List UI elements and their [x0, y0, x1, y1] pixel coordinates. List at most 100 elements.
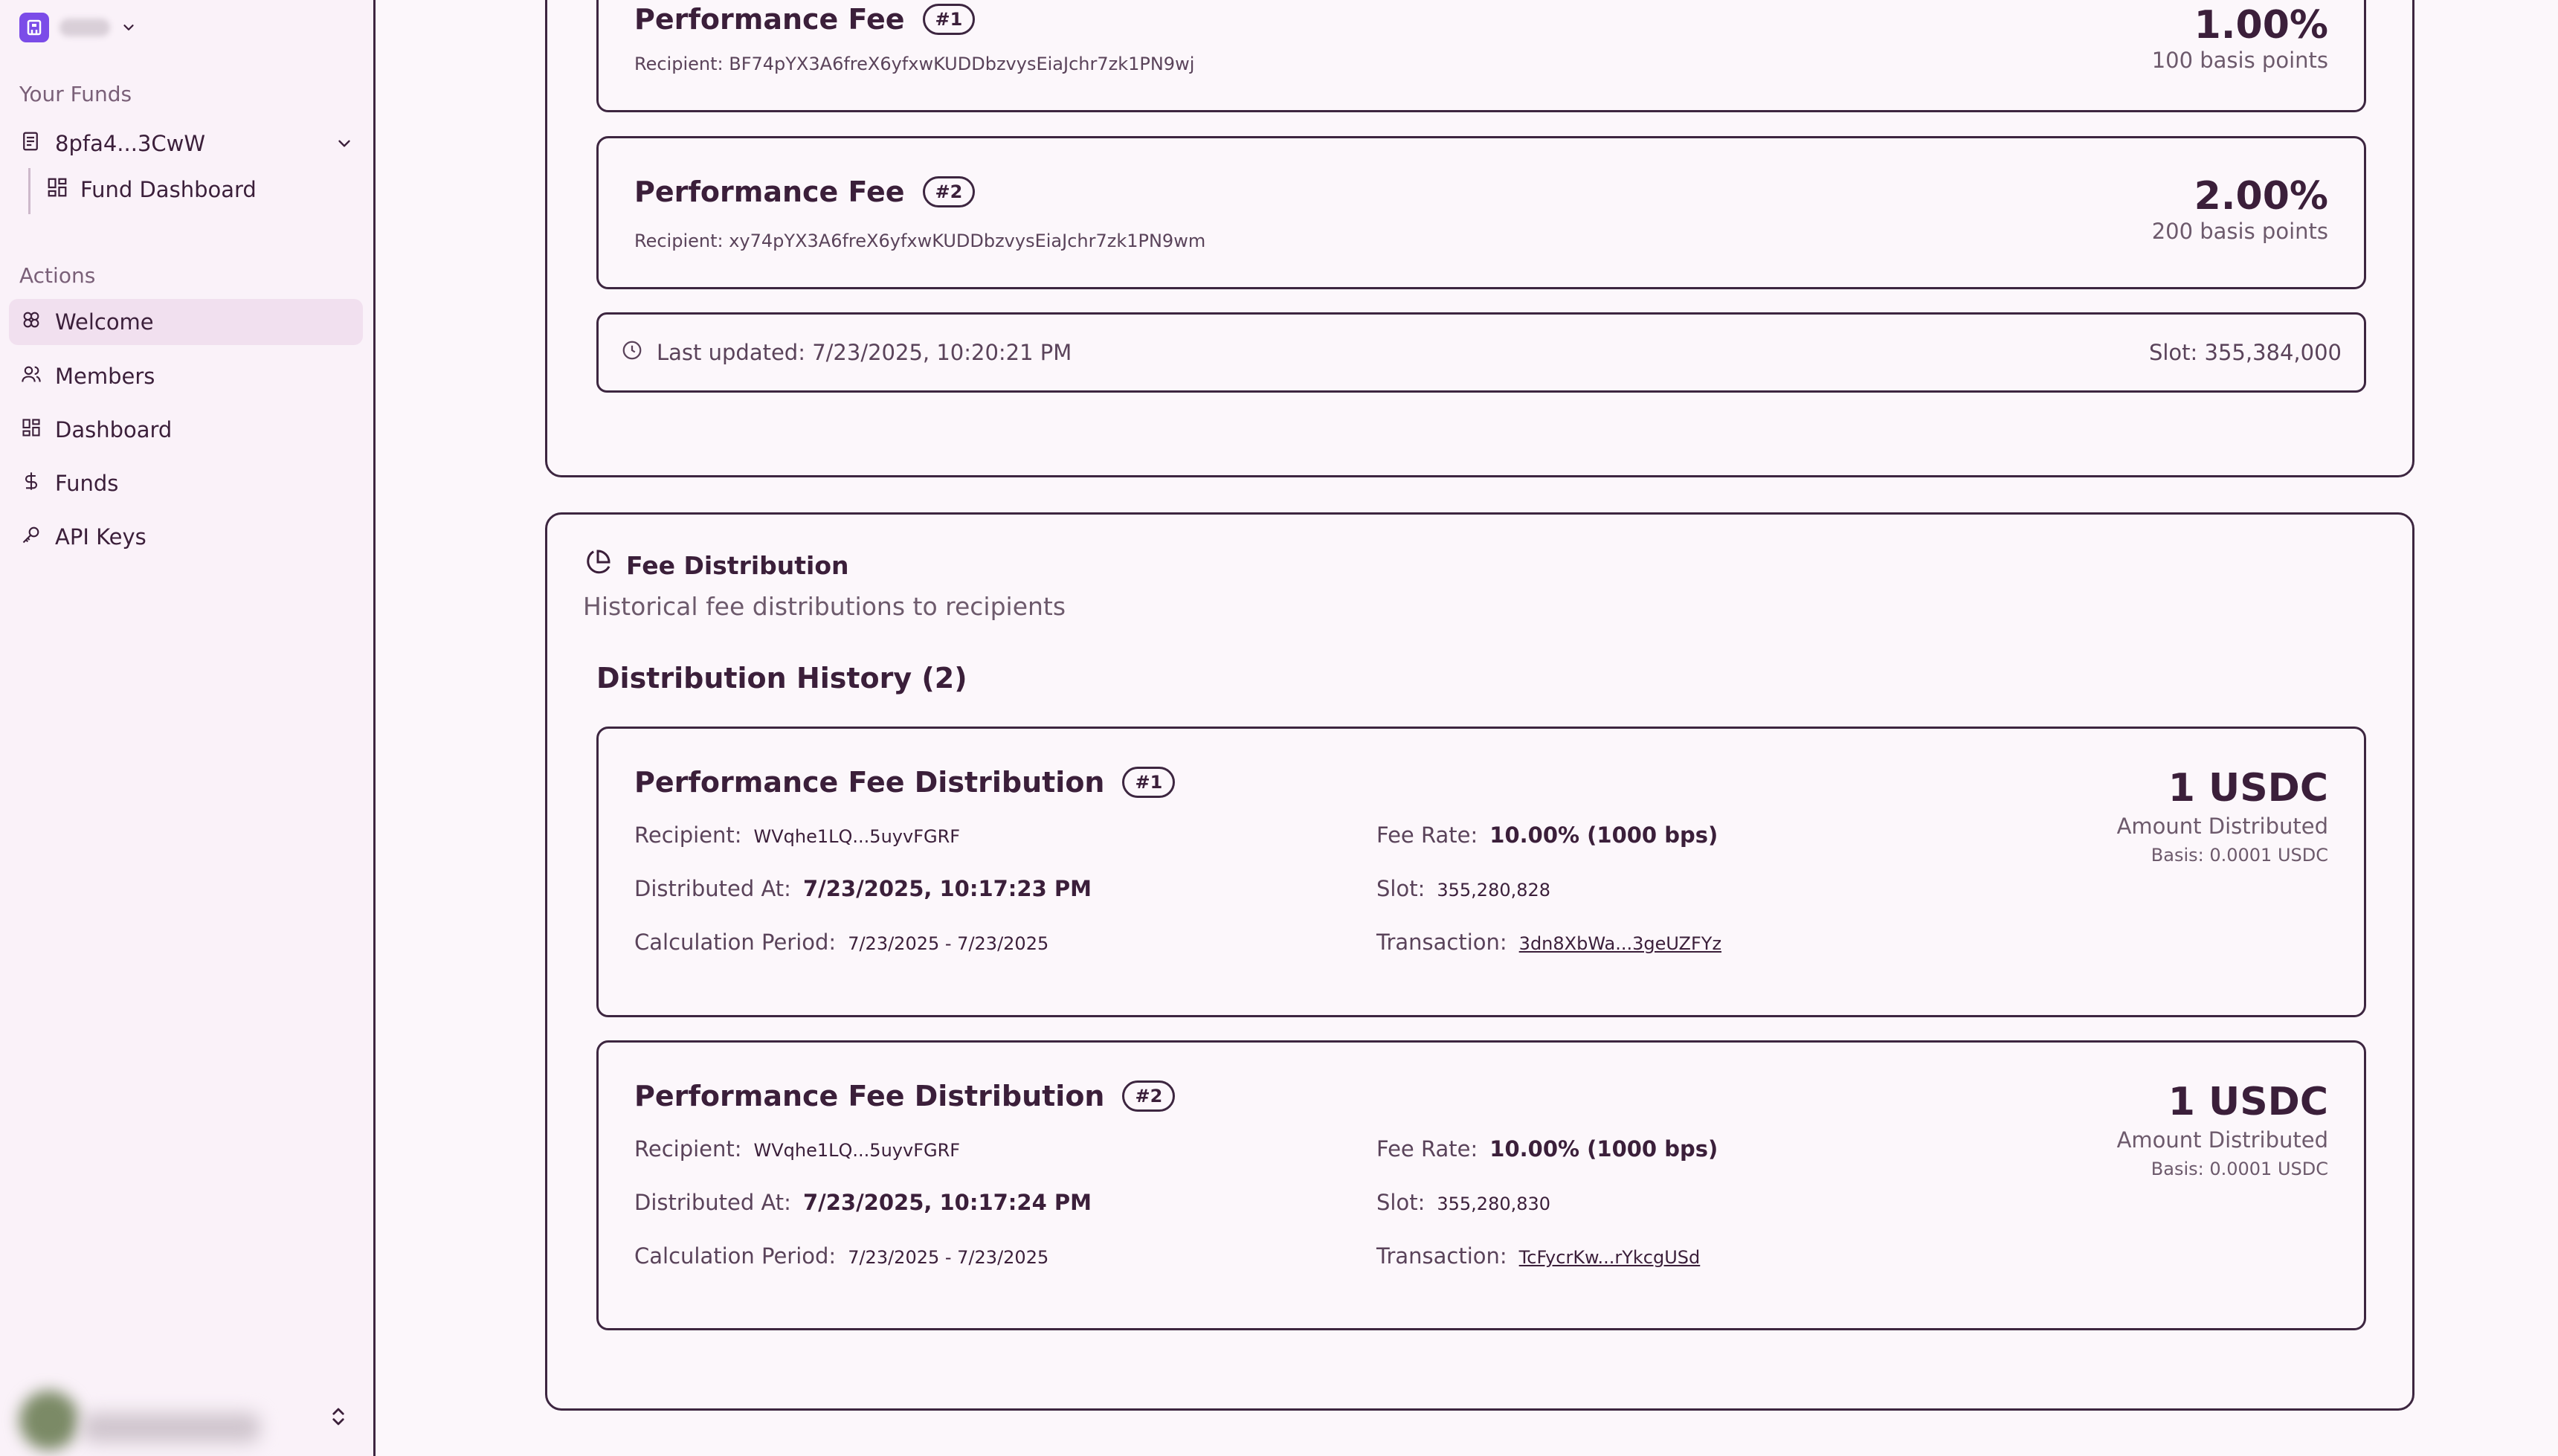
avatar: [19, 1391, 79, 1450]
amount-label: Amount Distributed: [2116, 814, 2328, 839]
distributed-at-label: Distributed At:: [634, 1190, 791, 1215]
fee-rate-row: Fee Rate: 10.00% (1000 bps): [1376, 1136, 1718, 1162]
fee-title: Performance Fee #1: [634, 3, 976, 36]
transaction-link[interactable]: 3dn8XbWa...3geUZFYz: [1519, 933, 1721, 954]
tree-line: [28, 168, 30, 214]
distribution-title-text: Performance Fee Distribution: [634, 766, 1105, 799]
transaction-row: Transaction: TcFycrKw...rYkcgUSd: [1376, 1243, 1700, 1269]
sidebar-item-funds[interactable]: Funds: [9, 460, 363, 506]
calculation-period-label: Calculation Period:: [634, 930, 837, 955]
fee-bps: 100 basis points: [2151, 48, 2328, 73]
grid-icon: [21, 417, 42, 443]
sidebar-item-welcome[interactable]: Welcome: [9, 299, 363, 345]
distribution-card: Performance Fee Distribution #1 Recipien…: [596, 727, 2366, 1017]
chevron-down-icon: [120, 19, 137, 36]
last-updated-text: Last updated: 7/23/2025, 10:20:21 PM: [657, 340, 1072, 365]
amount-value: 1 USDC: [2168, 1080, 2328, 1124]
transaction-label: Transaction:: [1376, 1243, 1507, 1269]
transaction-link[interactable]: TcFycrKw...rYkcgUSd: [1519, 1247, 1701, 1268]
distribution-badge: #2: [1122, 1080, 1176, 1112]
fee-rate-row: Fee Rate: 10.00% (1000 bps): [1376, 822, 1718, 848]
calculation-period-value: 7/23/2025 - 7/23/2025: [848, 933, 1049, 954]
fee-rate-block: 2.00% 200 basis points: [2152, 174, 2328, 244]
recipient-value: WVqhe1LQ...5uyvFGRF: [753, 826, 961, 847]
distributed-at-row: Distributed At: 7/23/2025, 10:17:24 PM: [634, 1190, 1092, 1215]
slot-row: Slot: 355,280,828: [1376, 876, 1550, 901]
slot-text: Slot: 355,384,000: [2148, 340, 2342, 365]
fee-badge: #1: [922, 4, 976, 35]
fee-distribution-heading: Fee Distribution: [583, 547, 849, 583]
fee-title-text: Performance Fee: [634, 3, 905, 36]
amount-basis: Basis: 0.0001 USDC: [2151, 1159, 2328, 1179]
fee-title-text: Performance Fee: [634, 175, 905, 208]
distributed-at-value: 7/23/2025, 10:17:24 PM: [802, 1190, 1092, 1215]
amount-value: 1 USDC: [2168, 766, 2328, 811]
last-updated-bar: Last updated: 7/23/2025, 10:20:21 PM Slo…: [596, 312, 2366, 393]
distribution-title: Performance Fee Distribution #1: [634, 766, 1176, 799]
fee-percent: 2.00%: [2194, 174, 2328, 219]
fee-distribution-panel: Fee Distribution Historical fee distribu…: [545, 512, 2414, 1411]
document-icon: [19, 130, 42, 158]
sidebar-item-label: API Keys: [55, 524, 146, 550]
chevrons-up-down-icon[interactable]: [327, 1405, 349, 1431]
recipient-label: Recipient:: [634, 1136, 742, 1162]
pie-chart-icon: [583, 547, 613, 583]
sidebar: Your Funds 8pfa4...3CwW Fund Dashboard A…: [0, 0, 376, 1456]
transaction-label: Transaction:: [1376, 930, 1507, 955]
calculation-period-value: 7/23/2025 - 7/23/2025: [848, 1247, 1049, 1268]
sidebar-item-members[interactable]: Members: [9, 353, 363, 399]
amount-basis: Basis: 0.0001 USDC: [2151, 845, 2328, 866]
slot-value: 355,280,828: [1437, 880, 1551, 901]
sidebar-item-fund-dashboard[interactable]: Fund Dashboard: [46, 173, 257, 207]
distribution-card: Performance Fee Distribution #2 Recipien…: [596, 1040, 2366, 1330]
distribution-title-text: Performance Fee Distribution: [634, 1080, 1105, 1112]
fee-rate-label: Fee Rate:: [1376, 1136, 1478, 1162]
fee-title: Performance Fee #2: [634, 175, 976, 208]
distributed-at-label: Distributed At:: [634, 876, 791, 901]
fee-recipient: Recipient: xy74pYX3A6freX6yfxwKUDDbzvysE…: [634, 231, 1206, 251]
sidebar-item-api-keys[interactable]: API Keys: [9, 514, 363, 560]
actions-label: Actions: [19, 263, 96, 288]
key-icon: [21, 524, 42, 550]
recipient-label: Recipient:: [634, 822, 742, 848]
sidebar-item-label: Fund Dashboard: [80, 177, 257, 202]
chevron-down-icon[interactable]: [335, 134, 354, 153]
fee-badge: #2: [922, 176, 976, 207]
slot-label: Slot:: [1376, 1190, 1425, 1215]
slot-value: 355,280,830: [1437, 1194, 1551, 1214]
fee-percent: 1.00%: [2194, 3, 2328, 48]
calculation-period-row: Calculation Period: 7/23/2025 - 7/23/202…: [634, 930, 1048, 955]
sidebar-item-label: Dashboard: [55, 417, 173, 442]
calculation-period-row: Calculation Period: 7/23/2025 - 7/23/202…: [634, 1243, 1048, 1269]
org-logo: [19, 13, 49, 42]
fee-distribution-title: Fee Distribution: [626, 550, 849, 580]
amount-block: 1 USDC Amount Distributed Basis: 0.0001 …: [2117, 1080, 2328, 1179]
your-funds-label: Your Funds: [19, 82, 132, 106]
fee-distribution-subtitle: Historical fee distributions to recipien…: [583, 592, 1066, 621]
fee-rate-value: 10.00% (1000 bps): [1489, 822, 1718, 848]
fee-card: Performance Fee #1 Recipient: BF74pYX3A6…: [596, 0, 2366, 112]
distribution-history-heading: Distribution History (2): [596, 662, 967, 695]
recipient-value: WVqhe1LQ...5uyvFGRF: [753, 1140, 961, 1161]
dollar-icon: [21, 471, 42, 497]
fund-item[interactable]: 8pfa4...3CwW: [19, 126, 354, 161]
fee-structure-panel: Performance Fee #1 Recipient: BF74pYX3A6…: [545, 0, 2414, 477]
fee-card: Performance Fee #2 Recipient: xy74pYX3A6…: [596, 136, 2366, 289]
user-name-blurred: [82, 1413, 260, 1443]
fee-rate-value: 10.00% (1000 bps): [1489, 1136, 1718, 1162]
calculation-period-label: Calculation Period:: [634, 1243, 837, 1269]
recipient-row: Recipient: WVqhe1LQ...5uyvFGRF: [634, 1136, 960, 1162]
distributed-at-value: 7/23/2025, 10:17:23 PM: [802, 876, 1092, 901]
amount-block: 1 USDC Amount Distributed Basis: 0.0001 …: [2117, 766, 2328, 866]
slot-row: Slot: 355,280,830: [1376, 1190, 1550, 1215]
transaction-row: Transaction: 3dn8XbWa...3geUZFYz: [1376, 930, 1721, 955]
user-menu[interactable]: [0, 1376, 376, 1456]
clock-icon: [621, 339, 643, 367]
fund-name: 8pfa4...3CwW: [55, 131, 206, 156]
fee-rate-label: Fee Rate:: [1376, 822, 1478, 848]
org-name-blurred: [59, 19, 110, 36]
sidebar-item-dashboard[interactable]: Dashboard: [9, 407, 363, 453]
fee-rate-block: 1.00% 100 basis points: [2152, 3, 2328, 73]
distribution-title: Performance Fee Distribution #2: [634, 1080, 1176, 1112]
org-switcher[interactable]: [19, 10, 137, 45]
